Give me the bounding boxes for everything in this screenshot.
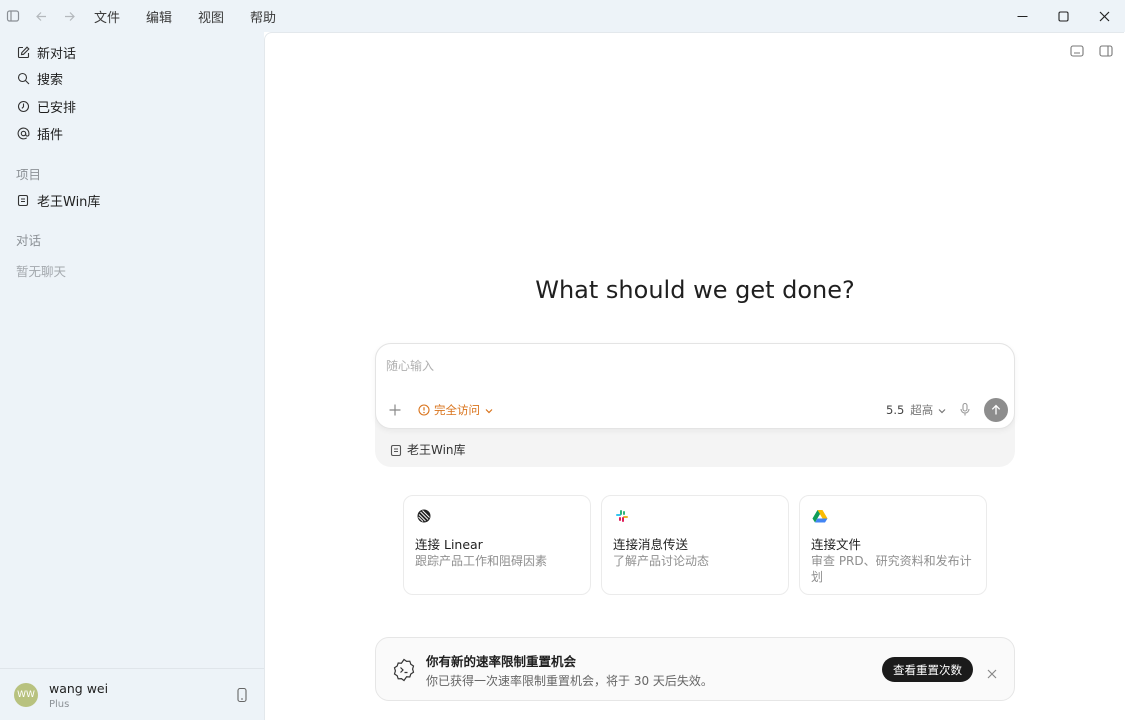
model-level: 超高 [910, 403, 934, 417]
at-icon [16, 126, 30, 140]
menu-bar: 文件 编辑 视图 帮助 [94, 7, 302, 26]
document-icon [16, 193, 30, 207]
card-title: 连接 Linear [415, 537, 483, 552]
no-chats-text: 暂无聊天 [16, 264, 67, 279]
microphone-icon[interactable] [959, 402, 971, 417]
plus-icon[interactable] [388, 402, 402, 416]
clock-icon [16, 99, 30, 113]
rate-limit-banner: 你有新的速率限制重置机会 你已获得一次速率限制重置机会，将于 30 天后失效。 … [375, 637, 1015, 701]
minimize-button[interactable] [1002, 0, 1043, 32]
arrow-up-icon [991, 404, 1001, 415]
page-title: What should we get done? [535, 276, 855, 304]
slack-logo-icon [614, 508, 630, 524]
linear-logo-icon [416, 508, 432, 524]
close-icon [1099, 11, 1110, 21]
sidebar-item-scheduled[interactable]: 已安排 [16, 96, 76, 116]
chats-section-label: 对话 [16, 233, 42, 248]
search-icon [16, 71, 30, 85]
project-chip[interactable]: 老王Win库 [390, 441, 466, 458]
connect-files-card[interactable]: 连接文件 审查 PRD、研究资料和发布计划 [799, 495, 987, 595]
sidebar-item-label: 老王Win库 [37, 194, 101, 210]
sidebar-item-label: 插件 [37, 127, 64, 143]
sidebar: 新对话 搜索 已安排 插件 项目 老王Win库 对话 暂无聊天 WW wang … [0, 32, 264, 720]
forward-arrow-icon[interactable] [60, 7, 78, 25]
sidebar-item-label: 已安排 [37, 100, 77, 116]
terminal-panel-icon[interactable] [1069, 43, 1085, 59]
card-description: 了解产品讨论动态 [613, 554, 710, 568]
projects-section-label: 项目 [16, 167, 42, 182]
top-right-toolbar [1056, 43, 1114, 59]
chevron-down-icon [937, 405, 947, 415]
sidebar-item-label: 搜索 [37, 72, 64, 88]
connect-linear-card[interactable]: 连接 Linear 跟踪产品工作和阻碍因素 [403, 495, 591, 595]
banner-title: 你有新的速率限制重置机会 [426, 654, 577, 669]
menu-file[interactable]: 文件 [94, 7, 120, 26]
main-panel: What should we get done? 老王Win库 完全访问 5.5… [264, 32, 1124, 720]
back-arrow-icon[interactable] [32, 7, 50, 25]
menu-edit[interactable]: 编辑 [146, 7, 172, 26]
reset-badge-icon [392, 658, 416, 682]
side-panel-icon[interactable] [1098, 43, 1114, 59]
user-plan: Plus [49, 699, 70, 710]
menu-view[interactable]: 视图 [198, 7, 224, 26]
connect-messaging-card[interactable]: 连接消息传送 了解产品讨论动态 [601, 495, 789, 595]
document-icon [390, 444, 402, 456]
card-title: 连接消息传送 [613, 537, 689, 552]
maximize-button[interactable] [1043, 0, 1084, 32]
sidebar-item-search[interactable]: 搜索 [16, 68, 63, 88]
warning-shield-icon [418, 404, 430, 416]
banner-description: 你已获得一次速率限制重置机会，将于 30 天后失效。 [426, 674, 713, 688]
access-mode-button[interactable]: 完全访问 [418, 402, 494, 418]
title-bar: 文件 编辑 视图 帮助 [0, 0, 1125, 32]
card-description: 跟踪产品工作和阻碍因素 [415, 554, 548, 568]
message-input[interactable] [386, 356, 986, 376]
toggle-sidebar-icon[interactable] [4, 7, 22, 25]
card-description: 审查 PRD、研究资料和发布计划 [811, 554, 972, 584]
menu-help[interactable]: 帮助 [250, 7, 276, 26]
card-title: 连接文件 [811, 537, 862, 552]
sidebar-item-label: 新对话 [37, 46, 77, 62]
maximize-icon [1058, 10, 1069, 22]
chevron-down-icon [484, 405, 494, 415]
model-selector[interactable]: 5.5 超高 [886, 402, 947, 418]
minimize-icon [1017, 15, 1028, 17]
compose-icon [16, 45, 30, 59]
phone-icon[interactable] [236, 687, 248, 703]
send-button[interactable] [984, 398, 1008, 422]
drive-logo-icon [812, 508, 828, 524]
sidebar-item-new-chat[interactable]: 新对话 [16, 42, 76, 62]
window-controls [1002, 0, 1125, 32]
user-name: wang wei [49, 681, 109, 696]
sidebar-item-project[interactable]: 老王Win库 [16, 190, 100, 210]
composer: 完全访问 5.5 超高 [375, 343, 1015, 429]
model-version: 5.5 [886, 403, 905, 417]
project-chip-label: 老王Win库 [407, 443, 466, 457]
sidebar-item-plugins[interactable]: 插件 [16, 123, 63, 143]
close-icon[interactable] [987, 664, 997, 679]
close-window-button[interactable] [1084, 0, 1125, 32]
access-mode-label: 完全访问 [434, 403, 480, 417]
user-account-row[interactable]: WW wang wei Plus [0, 668, 264, 720]
avatar: WW [14, 683, 38, 707]
view-resets-button[interactable]: 查看重置次数 [882, 657, 973, 682]
